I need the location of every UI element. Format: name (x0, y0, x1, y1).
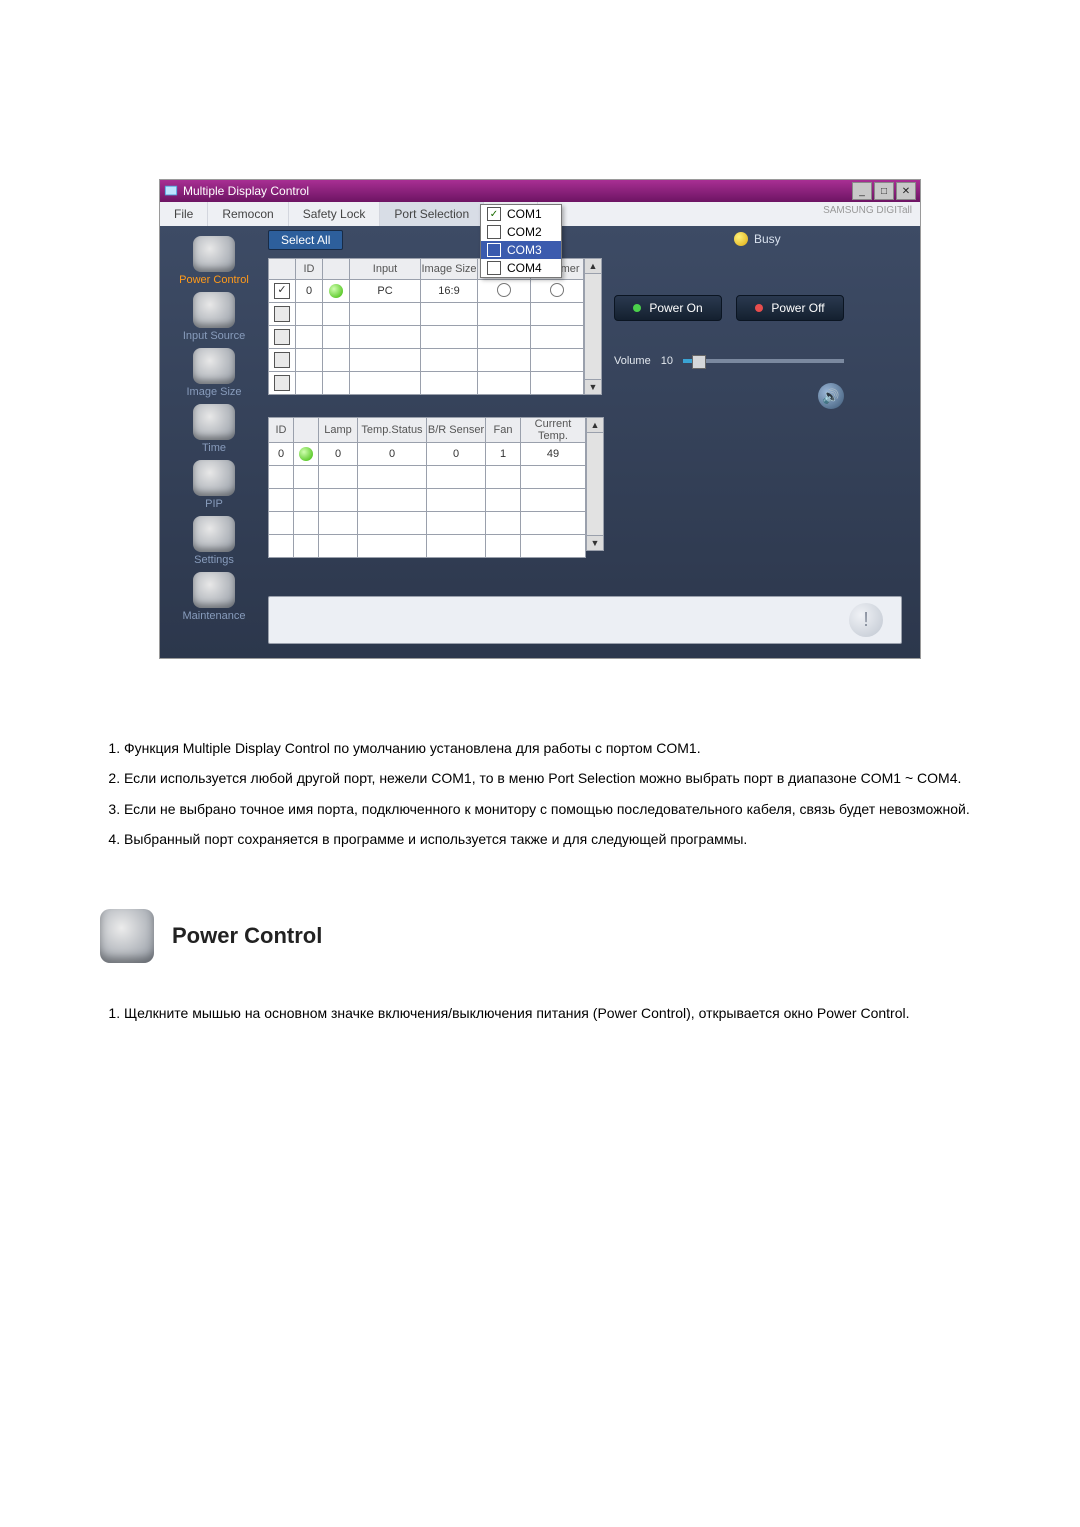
close-button[interactable]: ✕ (896, 182, 916, 200)
volume-slider[interactable] (683, 359, 844, 363)
note-item: Если не выбрано точное имя порта, подклю… (124, 799, 1000, 819)
table-scrollbar[interactable]: ▲▼ (586, 417, 604, 551)
table-row[interactable]: 0 0 0 0 1 49 (269, 443, 586, 466)
alert-icon: ! (849, 603, 883, 637)
select-all-button[interactable]: Select All (268, 230, 343, 250)
sidebar-item-power[interactable]: Power Control (166, 236, 262, 286)
port-option-com4[interactable]: COM4 (481, 259, 561, 277)
sidebar: Power Control Input Source Image Size Ti… (166, 236, 262, 628)
col-status (323, 259, 350, 280)
table-row[interactable] (269, 512, 586, 535)
speaker-icon[interactable]: 🔊 (818, 383, 844, 409)
col-size: Image Size (421, 259, 478, 280)
table-row[interactable] (269, 326, 584, 349)
port-dropdown[interactable]: ✓COM1 COM2 COM3 COM4 (480, 204, 562, 278)
row-checkbox[interactable] (274, 283, 290, 299)
menu-remocon[interactable]: Remocon (208, 202, 288, 226)
table-row[interactable] (269, 372, 584, 395)
app-icon (164, 184, 178, 198)
sidebar-item-maintenance[interactable]: Maintenance (166, 572, 262, 622)
main-area: Select All ID Input Image Size O (268, 230, 912, 650)
window-title: Multiple Display Control (183, 184, 309, 198)
menu-safety[interactable]: Safety Lock (289, 202, 381, 226)
maximize-button[interactable]: □ (874, 182, 894, 200)
power-off-button[interactable]: Power Off (736, 295, 844, 321)
brand-label: SAMSUNG DIGITall (823, 205, 912, 216)
volume-label: Volume (614, 355, 651, 367)
volume-value: 10 (661, 355, 673, 367)
volume-control: Volume 10 (614, 355, 844, 367)
port-option-com1[interactable]: ✓COM1 (481, 205, 561, 223)
col-input: Input (350, 259, 421, 280)
menu-port[interactable]: Port Selection (380, 202, 484, 226)
sidebar-item-input[interactable]: Input Source (166, 292, 262, 342)
note-item: Функция Multiple Display Control по умол… (124, 738, 1000, 758)
port-option-com2[interactable]: COM2 (481, 223, 561, 241)
port-option-com3[interactable]: COM3 (481, 241, 561, 259)
section-notes-list: Щелкните мышью на основном значке включе… (94, 1003, 1000, 1023)
table-row[interactable] (269, 535, 586, 558)
notes-list: Функция Multiple Display Control по умол… (94, 738, 1000, 849)
sidebar-item-imagesize[interactable]: Image Size (166, 348, 262, 398)
power-on-button[interactable]: Power On (614, 295, 722, 321)
status-led-icon (329, 284, 343, 298)
note-item: Выбранный порт сохраняется в программе и… (124, 829, 1000, 849)
table-scrollbar[interactable]: ▲▼ (584, 258, 602, 395)
status-led-icon (299, 447, 313, 461)
table-row[interactable] (269, 489, 586, 512)
busy-indicator: Busy (734, 232, 781, 246)
section-title: Power Control (172, 923, 322, 949)
busy-icon (734, 232, 748, 246)
status-table: ID Lamp Temp.Status B/R Senser Fan Curre… (268, 417, 586, 558)
workspace: Power Control Input Source Image Size Ti… (160, 226, 920, 658)
section-header: Power Control (100, 909, 1000, 963)
titlebar: Multiple Display Control _ □ ✕ (160, 180, 920, 202)
menu-file[interactable]: File (160, 202, 208, 226)
sidebar-item-settings[interactable]: Settings (166, 516, 262, 566)
col-check (269, 259, 296, 280)
sidebar-item-time[interactable]: Time (166, 404, 262, 454)
status-bar: ! (268, 596, 902, 644)
table-row[interactable] (269, 303, 584, 326)
power-control-icon (100, 909, 154, 963)
table-row[interactable] (269, 349, 584, 372)
minimize-button[interactable]: _ (852, 182, 872, 200)
note-item: Если используется любой другой порт, неж… (124, 768, 1000, 788)
table-row[interactable] (269, 466, 586, 489)
col-id: ID (296, 259, 323, 280)
display-table: ID Input Image Size On Timer Off Timer (268, 258, 584, 395)
note-item: Щелкните мышью на основном значке включе… (124, 1003, 1000, 1023)
table-row[interactable]: 0 PC 16:9 (269, 280, 584, 303)
app-window: Multiple Display Control _ □ ✕ File Remo… (160, 180, 920, 658)
sidebar-item-pip[interactable]: PIP (166, 460, 262, 510)
window-buttons: _ □ ✕ (852, 182, 916, 200)
right-panel: Busy Power On Power Off Volume 10 (614, 230, 844, 409)
